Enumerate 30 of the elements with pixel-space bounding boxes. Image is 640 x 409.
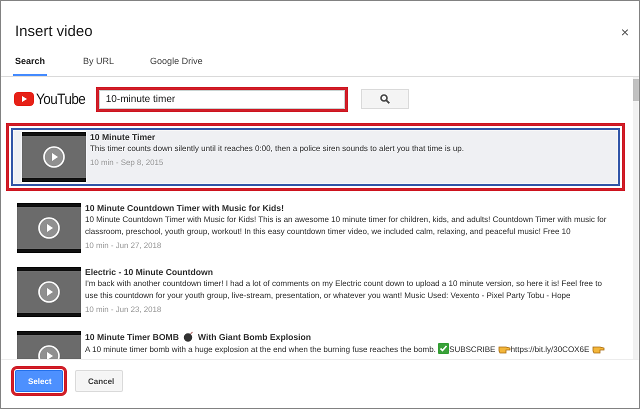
play-logo-icon <box>14 92 34 106</box>
video-title[interactable]: 10 Minute Timer <box>90 132 156 142</box>
video-title[interactable]: 10 Minute Timer BOMB <box>85 332 179 342</box>
pointing-hand-icon <box>498 344 511 354</box>
video-description: I'm back with another countdown timer! I had a lot of comments on my Electric count down to upload a 10 minute version, so here it is! Feel free to use this countdown for your youth group, live-stream, presentation, or whatever you want! Music Used: Vexento - Pixel Party Tobu - Hope <box>85 279 602 300</box>
bomb-icon <box>182 331 194 342</box>
pointing-hand-icon <box>592 344 605 354</box>
scrollbar[interactable] <box>633 77 639 359</box>
logo-text: YouTube <box>36 90 86 108</box>
play-icon <box>38 217 60 239</box>
video-result[interactable]: 10 Minute Timer BOMB With Giant Bomb Explosion A 10 minute timer bomb with a huge explosion at the end when the burning fuse reaches the bomb. SUBSCRIBE https://bit.ly/30COX6E <box>6 327 625 359</box>
video-description: SUBSCRIBE <box>449 345 496 354</box>
close-button[interactable]: × <box>620 24 629 40</box>
tab[interactable]: Search <box>13 56 48 76</box>
tab[interactable]: Google Drive <box>150 56 203 76</box>
cancel-button[interactable]: Cancel <box>75 370 123 392</box>
dialog-title: Insert video <box>15 23 93 40</box>
search-button[interactable] <box>360 89 409 109</box>
play-icon <box>43 146 65 168</box>
video-description: https://bit.ly/30COX6E <box>510 345 590 354</box>
video-description: A 10 minute timer bomb with a huge explosion at the end when the burning fuse reaches the bomb. <box>85 345 436 354</box>
check-mark-icon <box>438 343 450 354</box>
video-title[interactable]: Electric - 10 Minute Countdown <box>85 267 213 277</box>
video-title[interactable]: With Giant Bomb Explosion <box>198 332 311 342</box>
tab[interactable]: By URL <box>83 56 114 76</box>
video-title[interactable]: 10 Minute Countdown Timer with Music for Kids! <box>85 203 284 213</box>
play-icon <box>38 281 60 303</box>
video-description: 10 Minute Countdown Timer with Music for Kids! This is an awesome 10 minute timer for children, kids, and adults! Countdown Timer with music for classroom, preschool, youth group, workout! In this easy countdown timer video, we included calm, relaxing, and peaceful music! Free 10 <box>85 215 606 236</box>
search-icon <box>380 94 390 104</box>
video-description: This timer counts down silently until it reaches 0:00, then a police siren sounds to alert you that time is up. <box>90 144 464 153</box>
